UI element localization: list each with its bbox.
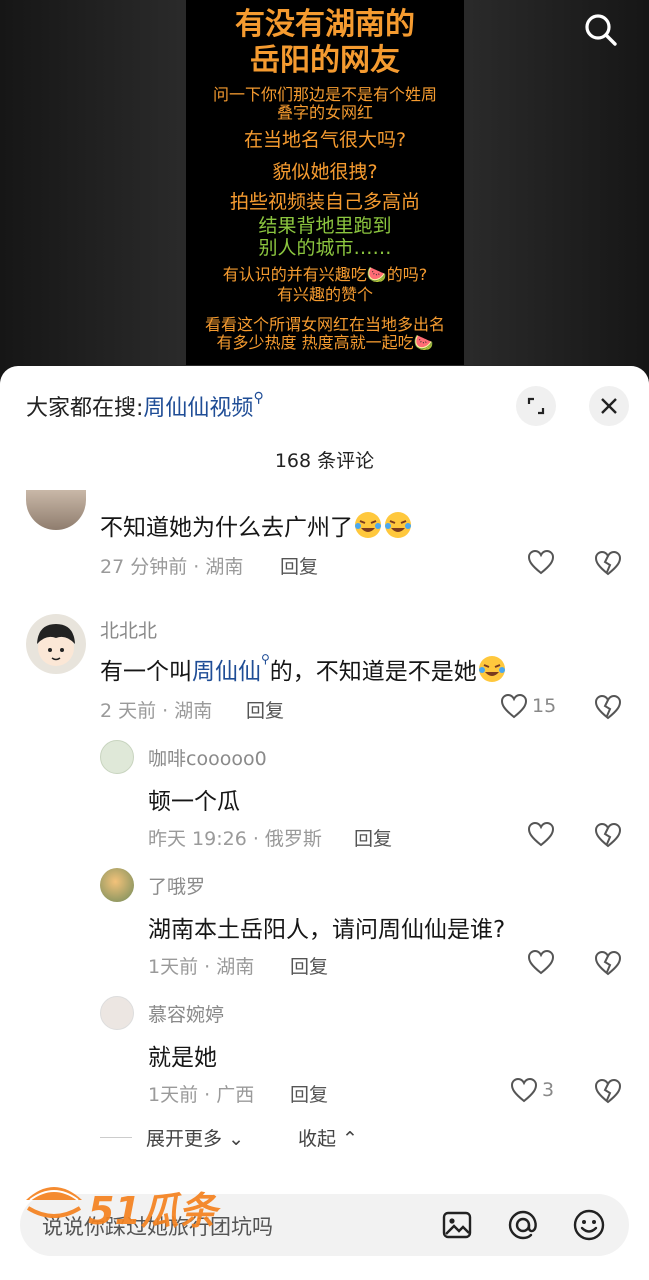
video-caption-line: 看看这个所谓女网红在当地多出名	[204, 315, 445, 334]
like-button[interactable]	[527, 549, 555, 575]
collapse-button[interactable]: 收起 ⌃	[298, 1124, 358, 1151]
broken-heart-icon	[594, 822, 622, 848]
heart-icon	[527, 549, 555, 575]
like-button[interactable]	[527, 949, 555, 975]
close-icon	[601, 398, 617, 414]
laughing-crying-emoji	[477, 654, 507, 684]
hot-search-keyword[interactable]: 周仙仙视频	[143, 396, 253, 421]
comment-sheet-header: 大家都在搜:周仙仙视频⚲	[0, 366, 649, 446]
video-caption-line: 有兴趣的赞个	[276, 285, 373, 304]
watermark-logo: 51瓜条	[22, 1178, 222, 1233]
chevron-down-icon: ⌄	[228, 1128, 244, 1150]
heart-icon	[500, 693, 528, 719]
comment-text: 就是她	[148, 1045, 217, 1071]
smiley-icon	[573, 1209, 605, 1241]
video-caption-line: 有多少热度 热度高就一起吃🍉	[216, 333, 434, 352]
video-caption-line: 叠字的女网红	[276, 103, 373, 122]
reply-button[interactable]: 回复	[280, 552, 318, 579]
broken-heart-icon	[594, 950, 622, 976]
hot-search-label: 大家都在搜:	[26, 396, 144, 421]
dislike-button[interactable]	[594, 550, 622, 580]
video-caption-line: 在当地名气很大吗?	[243, 129, 407, 151]
comment-time-location: 27 分钟前 · 湖南	[100, 556, 244, 578]
like-count: 3	[542, 1079, 555, 1101]
avatar[interactable]	[100, 996, 134, 1030]
video-caption-line: 别人的城市……	[258, 237, 392, 259]
like-button[interactable]: 15	[500, 693, 556, 719]
image-button[interactable]	[438, 1206, 476, 1244]
comment-username[interactable]: 咖啡cooooo0	[148, 744, 267, 771]
avatar[interactable]	[26, 614, 86, 674]
reply-button[interactable]: 回复	[246, 696, 284, 723]
avatar[interactable]	[26, 490, 86, 530]
video-caption-line: 结果背地里跑到	[258, 215, 392, 237]
mention-link[interactable]: 周仙仙	[192, 659, 261, 685]
like-button[interactable]: 3	[510, 1077, 554, 1103]
comment-text: 有一个叫周仙仙⚲的，不知道是不是她	[100, 652, 507, 686]
laughing-crying-emoji	[353, 510, 383, 540]
video-title-line1: 有没有湖南的	[235, 7, 415, 42]
heart-icon	[510, 1077, 538, 1103]
avatar[interactable]	[100, 868, 134, 902]
broken-heart-icon	[594, 694, 622, 720]
comment-sheet: 大家都在搜:周仙仙视频⚲ 168 条评论 不知道她为什么去广州了 27 分钟前 …	[0, 366, 649, 1280]
comment-text: 不知道她为什么去广州了	[100, 508, 413, 542]
laughing-crying-emoji	[383, 510, 413, 540]
at-icon	[508, 1210, 537, 1240]
watermark-text: 51瓜条	[88, 1189, 217, 1233]
image-icon	[442, 1211, 472, 1239]
search-small-icon: ⚲	[253, 390, 264, 406]
reply-button[interactable]: 回复	[290, 952, 328, 979]
chevron-up-icon: ⌃	[342, 1128, 358, 1150]
search-icon	[585, 14, 617, 46]
emoji-button[interactable]	[570, 1206, 608, 1244]
comment-time-location: 1天前 · 湖南	[148, 956, 255, 978]
dislike-button[interactable]	[594, 1078, 622, 1108]
video-title-line2: 岳阳的网友	[250, 43, 400, 78]
watermark-icon	[26, 1187, 82, 1218]
search-small-icon: ⚲	[261, 652, 270, 666]
dislike-button[interactable]	[594, 694, 622, 724]
divider	[100, 1137, 132, 1138]
video-frame: 有没有湖南的 岳阳的网友 问一下你们那边是不是有个姓周 叠字的女网红 在当地名气…	[186, 0, 464, 365]
comment-count: 168 条评论	[274, 450, 375, 472]
comment-time-location: 1天前 · 广西	[148, 1084, 255, 1106]
video-caption-line: 有认识的并有兴趣吃🍉的吗?	[222, 265, 428, 284]
comment-time-location: 昨天 19:26 · 俄罗斯	[148, 828, 322, 850]
video-player[interactable]: 有没有湖南的 岳阳的网友 问一下你们那边是不是有个姓周 叠字的女网红 在当地名气…	[0, 0, 649, 380]
search-button[interactable]	[581, 10, 621, 50]
comment-text: 顿一个瓜	[148, 789, 240, 815]
heart-icon	[527, 821, 555, 847]
video-caption-line: 拍些视频装自己多高尚	[229, 191, 420, 213]
reply-button[interactable]: 回复	[354, 824, 392, 851]
expand-more-button[interactable]: 展开更多 ⌄	[146, 1124, 244, 1151]
comment-username[interactable]: 慕容婉婷	[148, 1000, 224, 1027]
reply-expand-row: 展开更多 ⌄ 收起 ⌃	[100, 1124, 358, 1151]
mention-button[interactable]	[504, 1206, 542, 1244]
video-caption-line: 貌似她很拽?	[272, 161, 378, 183]
expand-icon	[527, 397, 545, 415]
hot-search-bar[interactable]: 大家都在搜:周仙仙视频⚲	[26, 390, 264, 422]
dislike-button[interactable]	[594, 950, 622, 980]
comment-text: 湖南本土岳阳人，请问周仙仙是谁?	[148, 917, 506, 943]
like-count: 15	[532, 695, 557, 717]
broken-heart-icon	[594, 550, 622, 576]
dislike-button[interactable]	[594, 822, 622, 852]
close-button[interactable]	[589, 386, 629, 426]
video-caption-line: 问一下你们那边是不是有个姓周	[212, 85, 437, 104]
expand-button[interactable]	[516, 386, 556, 426]
comment-username[interactable]: 了哦罗	[148, 872, 205, 899]
comment-username[interactable]: 北北北	[100, 616, 157, 643]
avatar[interactable]	[100, 740, 134, 774]
like-button[interactable]	[527, 821, 555, 847]
comment-time-location: 2 天前 · 湖南	[100, 700, 213, 722]
reply-button[interactable]: 回复	[290, 1080, 328, 1107]
heart-icon	[527, 949, 555, 975]
broken-heart-icon	[594, 1078, 622, 1104]
